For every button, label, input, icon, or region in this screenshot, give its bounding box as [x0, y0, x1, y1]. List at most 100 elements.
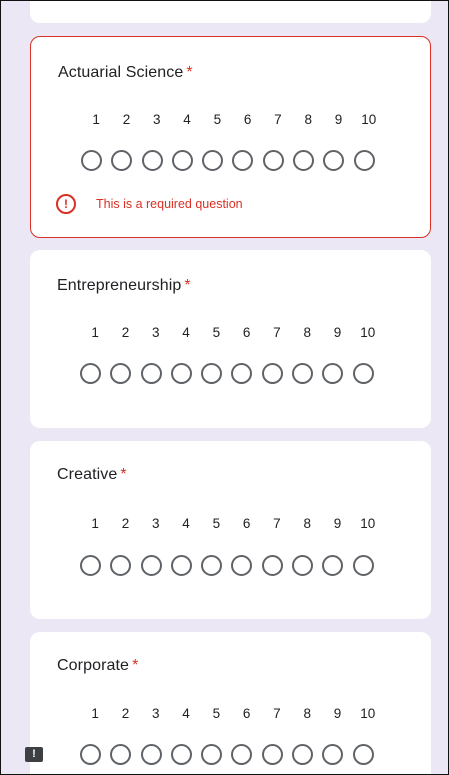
scale-label: 6 [242, 325, 251, 340]
rating-radio-group[interactable] [80, 555, 383, 576]
question-card-entrepreneurship: Entrepreneurship * 1 2 3 4 5 6 7 8 9 10 [30, 250, 431, 428]
rating-radio-button[interactable] [353, 150, 375, 171]
rating-radio-button[interactable] [111, 150, 133, 171]
rating-radio-button[interactable] [141, 150, 163, 171]
rating-radio-button[interactable] [80, 363, 101, 384]
rating-radio-button[interactable] [110, 555, 132, 576]
scale-label: 7 [273, 325, 281, 340]
rating-radio-button[interactable] [352, 744, 374, 765]
scale-label: 10 [360, 706, 376, 721]
scale-label: 3 [152, 112, 161, 127]
scale-label: 3 [151, 516, 160, 531]
rating-radio-button[interactable] [81, 150, 102, 171]
scale-label: 4 [183, 112, 191, 127]
scale-labels: 1 2 3 4 5 6 7 8 9 10 [80, 516, 383, 531]
scale-label: 5 [212, 706, 221, 721]
scale-label: 6 [242, 516, 251, 531]
scale-label: 9 [333, 325, 342, 340]
rating-radio-button[interactable] [292, 363, 314, 384]
scale-label: 9 [333, 516, 342, 531]
scale-label: 9 [333, 706, 342, 721]
scale-label: 2 [121, 516, 130, 531]
required-asterisk: * [132, 657, 139, 674]
rating-radio-button[interactable] [110, 744, 132, 765]
rating-radio-button[interactable] [232, 150, 254, 171]
scale-label: 1 [91, 325, 99, 340]
scale-label: 10 [361, 112, 377, 127]
scale-label: 9 [334, 112, 343, 127]
scale-label: 6 [242, 706, 251, 721]
rating-radio-button[interactable] [261, 363, 283, 384]
previous-question-card [30, 1, 431, 23]
scale-label: 10 [360, 516, 376, 531]
rating-radio-button[interactable] [261, 555, 283, 576]
error-message-row: ! This is a required question [56, 194, 243, 214]
rating-radio-button[interactable] [322, 555, 344, 576]
rating-radio-button[interactable] [140, 555, 162, 576]
error-message: This is a required question [96, 197, 243, 211]
rating-radio-button[interactable] [231, 555, 253, 576]
rating-radio-button[interactable] [140, 363, 162, 384]
scale-label: 5 [213, 112, 222, 127]
scale-labels: 1 2 3 4 5 6 7 8 9 10 [81, 112, 384, 127]
scale-label: 4 [182, 325, 190, 340]
question-card-actuarial-science: Actuarial Science * 1 2 3 4 5 6 7 8 9 10 ! This is… [30, 36, 431, 238]
rating-radio-button[interactable] [231, 363, 253, 384]
form-viewport: Actuarial Science * 1 2 3 4 5 6 7 8 9 10 ! This is… [0, 0, 449, 775]
rating-radio-button[interactable] [231, 744, 253, 765]
rating-radio-button[interactable] [110, 363, 132, 384]
question-title: Actuarial Science * [58, 64, 193, 82]
rating-radio-group[interactable] [80, 363, 383, 384]
question-title: Corporate * [57, 657, 138, 675]
rating-radio-button[interactable] [201, 555, 223, 576]
rating-radio-button[interactable] [292, 555, 314, 576]
scale-label: 7 [273, 516, 281, 531]
rating-radio-button[interactable] [261, 744, 283, 765]
required-asterisk: * [186, 64, 193, 81]
scale-label: 2 [121, 706, 130, 721]
rating-radio-button[interactable] [170, 555, 192, 576]
required-asterisk: * [184, 277, 191, 294]
rating-radio-group[interactable] [80, 744, 383, 765]
rating-radio-group[interactable] [81, 150, 384, 171]
rating-radio-button[interactable] [292, 744, 314, 765]
rating-radio-button[interactable] [140, 744, 162, 765]
rating-radio-button[interactable] [323, 150, 345, 171]
rating-radio-button[interactable] [201, 744, 223, 765]
scale-label: 6 [243, 112, 252, 127]
rating-radio-button[interactable] [202, 150, 224, 171]
scale-label: 2 [122, 112, 131, 127]
error-circle-icon: ! [56, 194, 76, 214]
question-card-corporate: Corporate * 1 2 3 4 5 6 7 8 9 10 [30, 632, 431, 774]
rating-radio-button[interactable] [170, 363, 192, 384]
scale-labels: 1 2 3 4 5 6 7 8 9 10 [80, 706, 383, 721]
scale-label: 5 [212, 325, 221, 340]
scale-label: 10 [360, 325, 376, 340]
scale-label: 3 [151, 325, 160, 340]
scale-label: 4 [182, 516, 190, 531]
rating-radio-button[interactable] [322, 363, 344, 384]
scale-label: 8 [304, 112, 312, 127]
scale-label: 7 [274, 112, 282, 127]
rating-radio-button[interactable] [352, 363, 374, 384]
rating-radio-button[interactable] [80, 555, 101, 576]
rating-radio-button[interactable] [352, 555, 374, 576]
rating-radio-button[interactable] [170, 744, 192, 765]
question-title-text: Entrepreneurship [57, 277, 182, 294]
rating-radio-button[interactable] [322, 744, 344, 765]
question-card-creative: Creative * 1 2 3 4 5 6 7 8 9 10 [30, 441, 431, 619]
question-title: Creative * [57, 466, 127, 484]
rating-radio-button[interactable] [201, 363, 223, 384]
rating-radio-button[interactable] [171, 150, 193, 171]
rating-radio-button[interactable] [80, 744, 101, 765]
feedback-icon[interactable]: ! [25, 747, 43, 762]
scale-label: 1 [91, 706, 99, 721]
scale-label: 7 [273, 706, 281, 721]
scale-label: 1 [91, 516, 99, 531]
rating-radio-button[interactable] [293, 150, 315, 171]
rating-radio-button[interactable] [262, 150, 284, 171]
question-title-text: Actuarial Science [58, 64, 184, 81]
scale-label: 8 [303, 325, 311, 340]
scale-label: 8 [303, 516, 311, 531]
scale-labels: 1 2 3 4 5 6 7 8 9 10 [80, 325, 383, 340]
